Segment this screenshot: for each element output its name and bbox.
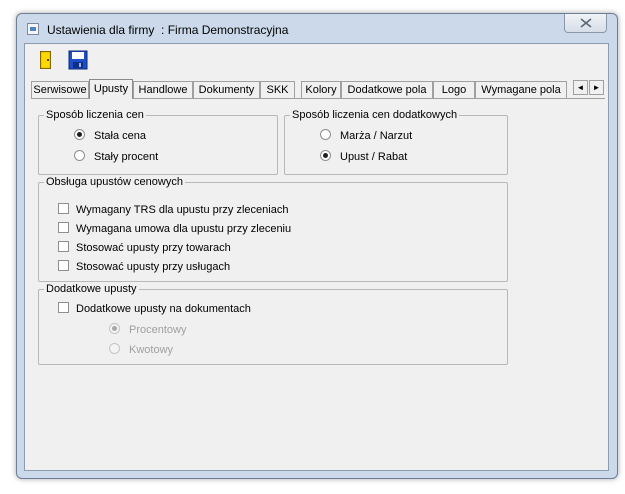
radio-upust-rabat[interactable]: Upust / Rabat (320, 150, 407, 164)
tab-logo[interactable]: Logo (433, 81, 475, 98)
additional-discounts-group: Dodatkowe upusty Dodatkowe upusty na dok… (38, 283, 508, 365)
group-legend: Sposób liczenia cen dodatkowych (290, 109, 460, 122)
pricing-method-group: Sposób liczenia cen Stała cena Stały pro… (38, 109, 278, 175)
floppy-save-icon (68, 50, 88, 70)
tab-scroll-left-button[interactable]: ◄ (573, 80, 588, 95)
tab-upusty[interactable]: Upusty (89, 79, 133, 99)
exit-button[interactable] (35, 49, 57, 71)
close-button[interactable] (564, 14, 607, 33)
price-discounts-group: Obsługa upustów cenowych Wymagany TRS dl… (38, 176, 508, 282)
settings-window: Ustawienia dla firmy : Firma Demonstracy… (16, 13, 618, 479)
app-window-icon (27, 23, 39, 35)
tab-dodatkowe-pola[interactable]: Dodatkowe pola (341, 81, 433, 98)
radio-procentowy[interactable]: Procentowy (109, 323, 186, 337)
group-legend: Obsługa upustów cenowych (44, 176, 185, 189)
radio-staly-procent[interactable]: Stały procent (74, 150, 158, 164)
checkbox-dodatkowe-upusty[interactable]: Dodatkowe upusty na dokumentach (58, 302, 251, 316)
checkbox-indicator (58, 241, 69, 252)
tab-panel-upusty: Sposób liczenia cen Stała cena Stały pro… (31, 98, 605, 464)
checkbox-upusty-uslugi[interactable]: Stosować upusty przy usługach (58, 260, 230, 274)
group-legend: Dodatkowe upusty (44, 283, 139, 296)
window-title: Ustawienia dla firmy : Firma Demonstracy… (47, 23, 289, 37)
radio-kwotowy[interactable]: Kwotowy (109, 343, 173, 357)
radio-marza-narzut[interactable]: Marża / Narzut (320, 129, 412, 143)
close-icon (580, 18, 592, 28)
radio-indicator (320, 150, 331, 161)
client-area: Serwisowe Upusty Handlowe Dokumenty SKK … (24, 43, 609, 471)
checkbox-indicator (58, 203, 69, 214)
checkbox-indicator (58, 260, 69, 271)
tab-handlowe[interactable]: Handlowe (133, 81, 193, 98)
checkbox-wymagany-trs[interactable]: Wymagany TRS dla upustu przy zleceniach (58, 203, 288, 217)
tab-scroll-right-button[interactable]: ► (589, 80, 604, 95)
tab-strip: Serwisowe Upusty Handlowe Dokumenty SKK … (31, 79, 606, 99)
checkbox-indicator (58, 222, 69, 233)
checkbox-wymagana-umowa[interactable]: Wymagana umowa dla upustu przy zleceniu (58, 222, 291, 236)
radio-stala-cena[interactable]: Stała cena (74, 129, 146, 143)
arrow-right-icon: ► (592, 83, 601, 92)
checkbox-indicator (58, 302, 69, 313)
door-exit-icon (40, 51, 51, 69)
tab-skk[interactable]: SKK (260, 81, 295, 98)
radio-indicator (74, 150, 85, 161)
tab-kolory[interactable]: Kolory (301, 81, 341, 98)
radio-indicator (109, 323, 120, 334)
tab-dokumenty[interactable]: Dokumenty (193, 81, 260, 98)
radio-indicator (109, 343, 120, 354)
radio-indicator (320, 129, 331, 140)
tab-serwisowe[interactable]: Serwisowe (31, 81, 89, 98)
tab-wymagane-pola[interactable]: Wymagane pola (475, 81, 567, 98)
title-bar[interactable]: Ustawienia dla firmy : Firma Demonstracy… (17, 14, 617, 44)
checkbox-upusty-towary[interactable]: Stosować upusty przy towarach (58, 241, 231, 255)
group-legend: Sposób liczenia cen (44, 109, 146, 122)
radio-indicator (74, 129, 85, 140)
additional-pricing-method-group: Sposób liczenia cen dodatkowych Marża / … (284, 109, 508, 175)
save-button[interactable] (67, 49, 89, 71)
arrow-left-icon: ◄ (576, 83, 585, 92)
